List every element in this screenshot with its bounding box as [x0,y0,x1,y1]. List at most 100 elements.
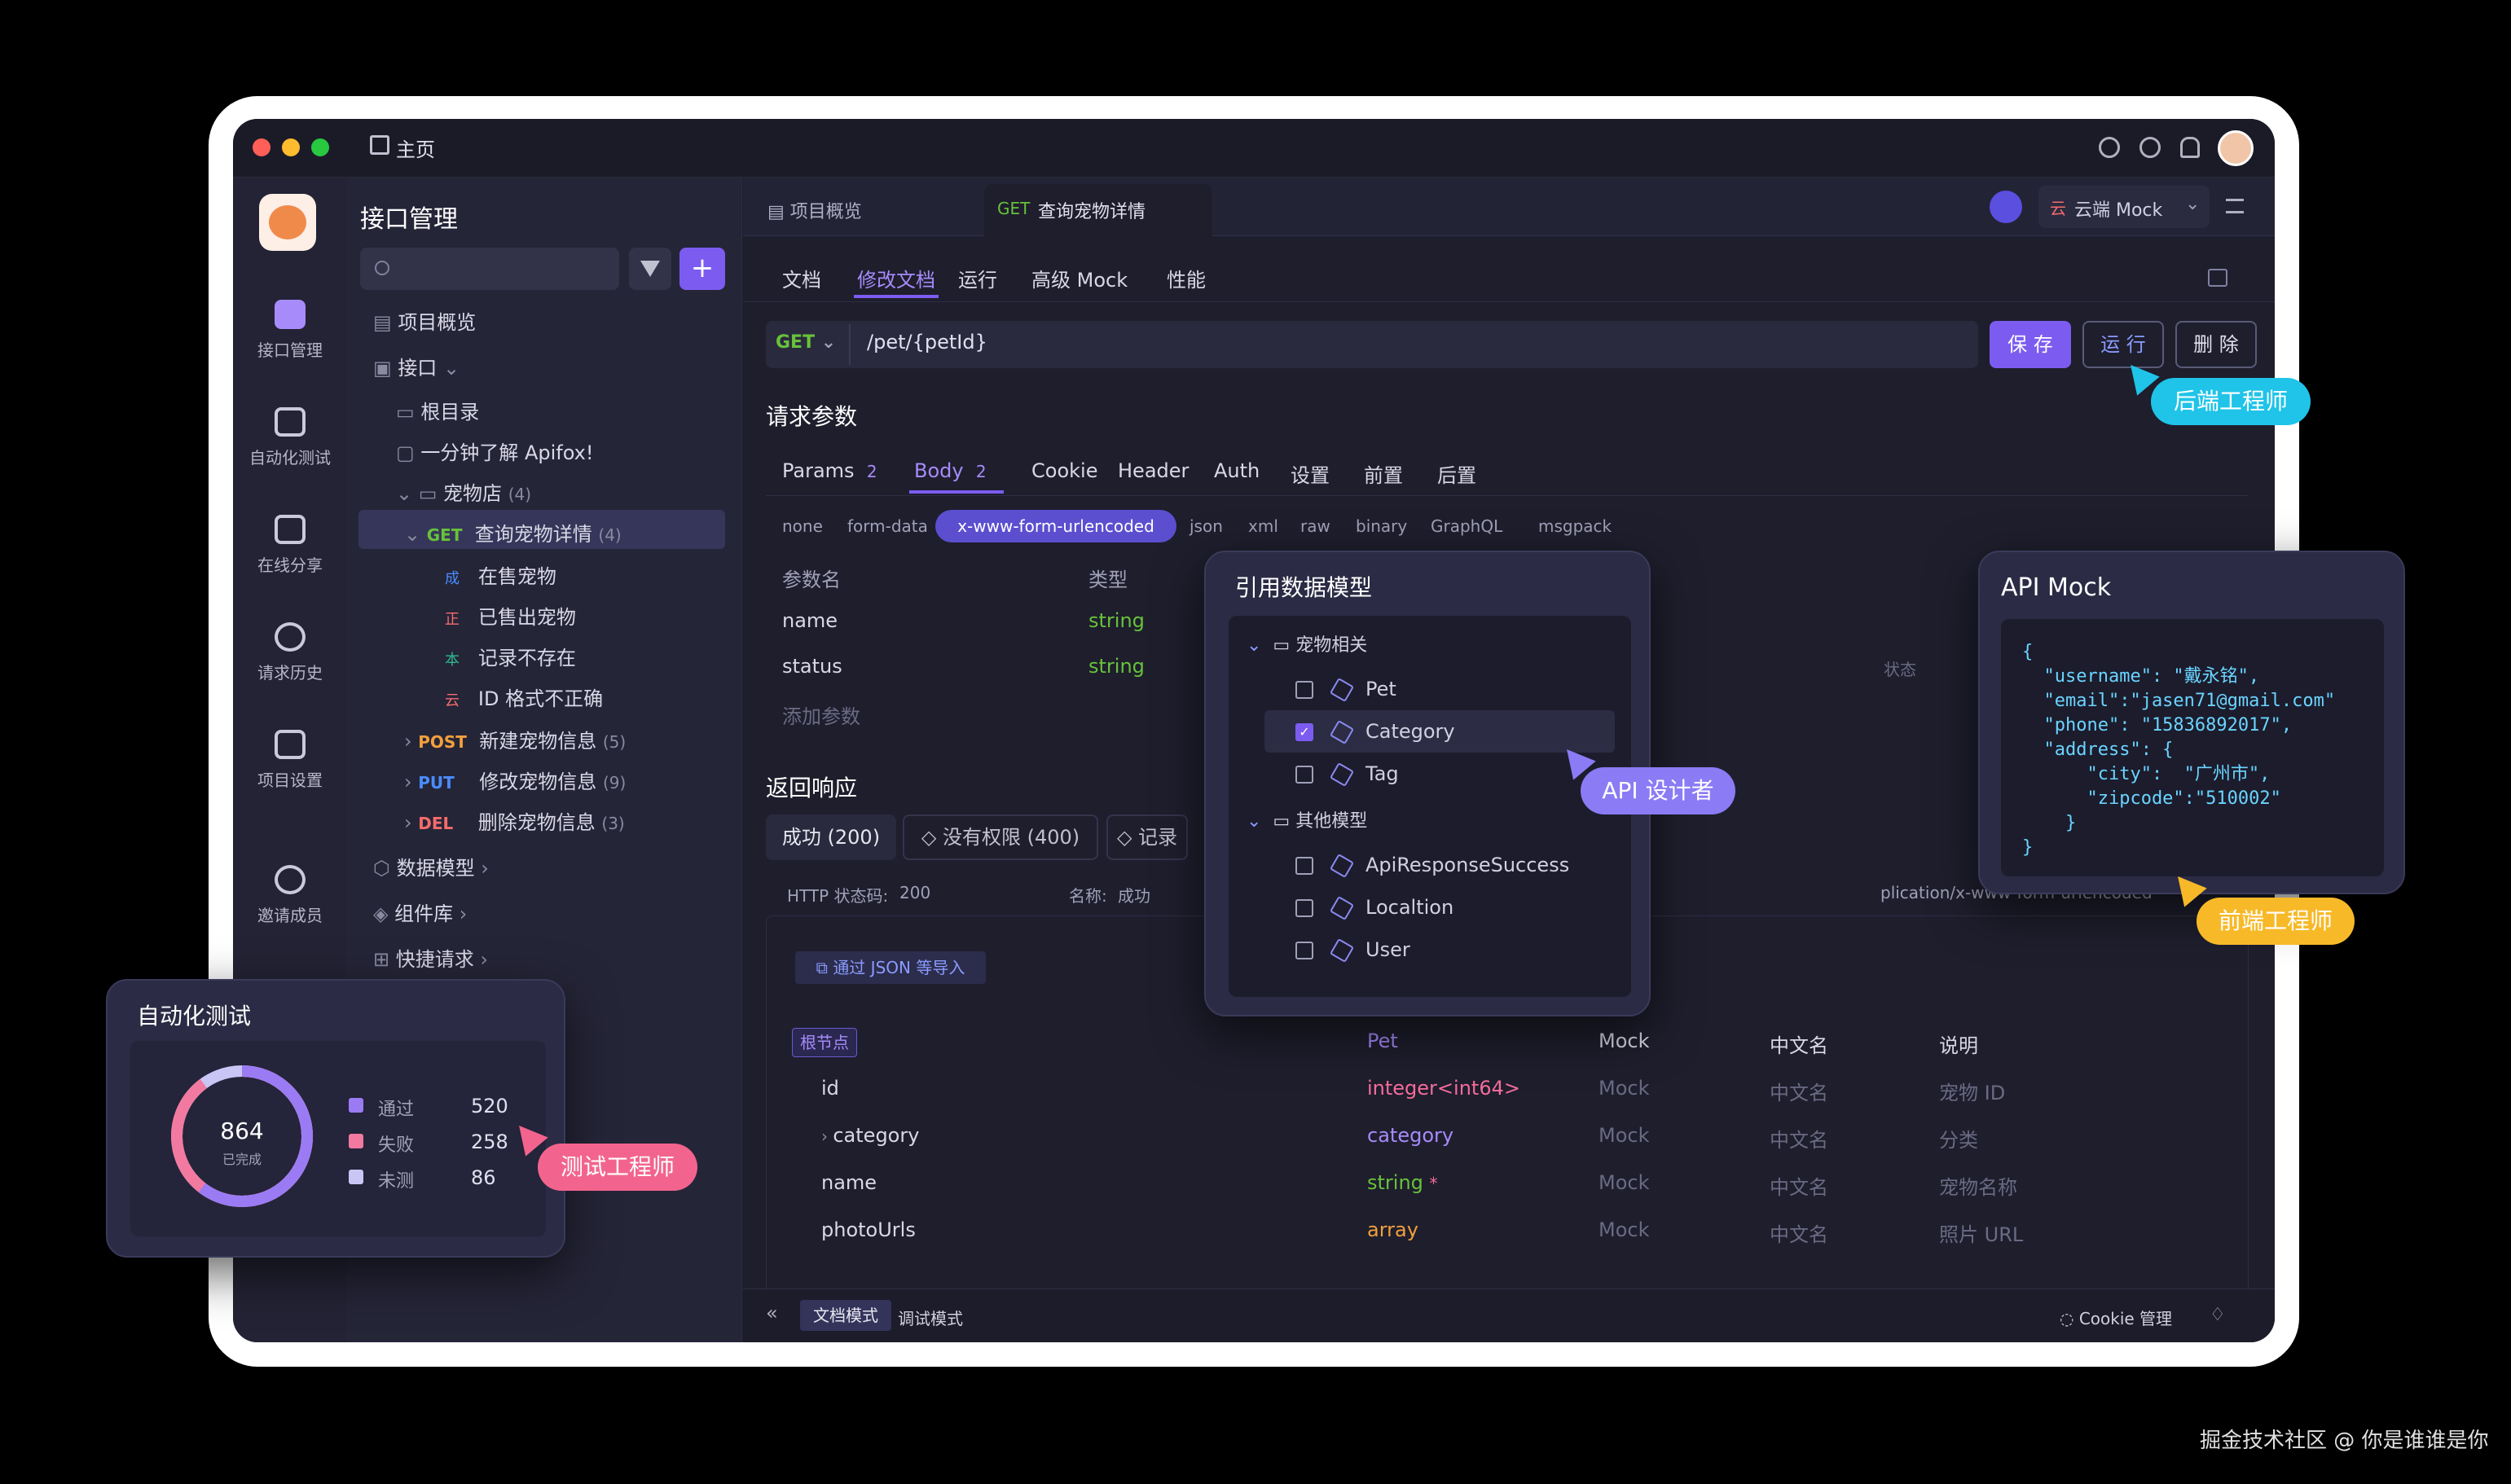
schema-field-cn[interactable]: 中文名 [1770,1218,1828,1247]
param-name-cell[interactable]: status [782,655,842,678]
rail-item-share[interactable]: 在线分享 [233,515,347,576]
maximize-dot[interactable] [311,138,329,156]
rail-item-history[interactable]: 请求历史 [233,622,347,683]
body-type-msgpack[interactable]: msgpack [1538,516,1612,536]
delete-button[interactable]: 删 除 [2175,321,2257,368]
param-tab-header[interactable]: Header [1118,459,1189,482]
close-dot[interactable] [253,138,270,156]
tree-case-badid[interactable]: 云 ID 格式不正确 [445,683,603,711]
body-type-binary[interactable]: binary [1356,516,1407,536]
body-type-json[interactable]: json [1190,516,1223,536]
schema-field-desc[interactable]: 分类 [1939,1124,1978,1153]
run-button[interactable]: 运 行 [2082,321,2164,368]
tree-item-overview[interactable]: ▤ 项目概览 [373,306,476,335]
method-select[interactable]: GET ⌄ [776,332,836,353]
subtab-mock[interactable]: 高级 Mock [1031,264,1128,292]
schema-field-mock[interactable]: Mock [1599,1077,1649,1100]
response-tab-400[interactable]: ◇ 没有权限 (400) [903,814,1098,860]
response-tab-record[interactable]: ◇ 记录 [1106,814,1188,860]
home-tab[interactable]: 主页 [396,134,435,162]
tree-item-components[interactable]: ◈ 组件库 › [373,898,467,926]
tree-item-del[interactable]: › DEL 删除宠物信息 (3) [404,806,625,835]
checkbox[interactable] [1295,766,1313,784]
subtab-doc[interactable]: 文档 [782,264,821,292]
shirt-icon[interactable]: ♢ [2210,1305,2226,1325]
add-param-link[interactable]: 添加参数 [782,700,860,729]
tree-item-models[interactable]: ⬡ 数据模型 › [373,852,489,880]
schema-field-type[interactable]: integer<int64> [1367,1077,1520,1100]
help-icon[interactable] [2139,137,2161,158]
schema-field-desc[interactable]: 照片 URL [1939,1218,2023,1247]
body-type-graphql[interactable]: GraphQL [1431,516,1502,536]
checkbox[interactable] [1295,681,1313,699]
menu-icon[interactable] [2226,199,2244,213]
tree-item-put[interactable]: › PUT 修改宠物信息 (9) [404,766,626,794]
tree-case-onsale[interactable]: 成 在售宠物 [445,560,556,589]
param-tab-params[interactable]: Params 2 [782,459,877,482]
layout-icon[interactable] [2208,269,2227,287]
tree-folder-petstore[interactable]: ⌄ ▭ 宠物店 (4) [396,477,531,506]
tree-item-intro[interactable]: ▢ 一分钟了解 Apifox! [396,437,593,465]
schema-field-name[interactable]: name [821,1171,877,1194]
tab-overview[interactable]: ▤ 项目概览 [767,197,862,223]
body-type-xml[interactable]: xml [1248,516,1278,536]
rail-item-api[interactable]: 接口管理 [233,300,347,361]
param-tab-cookie[interactable]: Cookie [1031,459,1097,482]
checkbox[interactable] [1295,857,1313,875]
sync-icon[interactable] [1990,191,2022,223]
subtab-run[interactable]: 运行 [958,264,997,292]
model-group[interactable]: ⌄ ▭ 宠物相关 [1247,630,1367,656]
model-group[interactable]: ⌄ ▭ 其他模型 [1247,806,1367,832]
schema-field-name[interactable]: photoUrls [821,1218,916,1241]
response-tab-200[interactable]: 成功 (200) [766,814,896,860]
schema-field-cn[interactable]: 中文名 [1770,1077,1828,1105]
param-tab-post[interactable]: 后置 [1437,459,1476,488]
schema-field-mock[interactable]: Mock [1599,1218,1649,1241]
url-input[interactable]: /pet/{petId} [867,331,987,353]
checkbox-checked[interactable]: ✓ [1295,723,1313,741]
body-type-urlencoded[interactable]: x-www-form-urlencoded [935,510,1176,542]
tree-item-root[interactable]: ▭ 根目录 [396,396,479,424]
schema-field-mock[interactable]: Mock [1599,1124,1649,1147]
debug-mode-button[interactable]: 调试模式 [898,1306,963,1329]
model-item[interactable]: Localtion [1365,896,1453,919]
body-type-raw[interactable]: raw [1300,516,1330,536]
add-button[interactable]: + [679,248,725,290]
schema-field-cn[interactable]: 中文名 [1770,1124,1828,1153]
save-button[interactable]: 保 存 [1990,321,2071,368]
http-status-value[interactable]: 200 [899,883,930,902]
model-item[interactable]: Tag [1365,762,1399,785]
settings-icon[interactable] [2099,137,2120,158]
subtab-edit[interactable]: 修改文档 [857,264,935,292]
param-tab-settings[interactable]: 设置 [1291,459,1330,488]
subtab-perf[interactable]: 性能 [1167,264,1206,292]
response-name-value[interactable]: 成功 [1118,883,1150,907]
schema-root-type[interactable]: Pet [1367,1030,1398,1052]
tree-item-post[interactable]: › POST 新建宠物信息 (5) [404,725,626,753]
rail-item-invite[interactable]: 邀请成员 [233,865,347,926]
bell-icon[interactable] [2180,137,2200,158]
checkbox[interactable] [1295,942,1313,959]
schema-field-name[interactable]: id [821,1077,839,1100]
param-name-cell[interactable]: name [782,609,838,632]
model-item[interactable]: ApiResponseSuccess [1365,854,1569,876]
home-icon[interactable] [370,135,389,155]
model-item[interactable]: User [1365,938,1410,961]
tree-case-notfound[interactable]: 本 记录不存在 [445,642,576,670]
minimize-dot[interactable] [282,138,300,156]
checkbox[interactable] [1295,899,1313,917]
tree-item-get-pet[interactable]: ⌄ GET 查询宠物详情 (4) [404,518,622,547]
body-type-none[interactable]: none [782,516,823,536]
tab-get-pet[interactable]: GET 查询宠物详情 [984,184,1212,236]
param-tab-pre[interactable]: 前置 [1364,459,1403,488]
schema-field-desc[interactable]: 宠物 ID [1939,1077,2005,1105]
root-node-tag[interactable]: 根节点 [792,1028,857,1057]
tree-item-api[interactable]: ▣ 接口 ⌄ [373,352,460,380]
model-item[interactable]: Category [1365,720,1455,743]
model-item[interactable]: Pet [1365,678,1396,700]
param-tab-body[interactable]: Body 2 [914,459,987,482]
rail-item-settings[interactable]: 项目设置 [233,730,347,791]
tree-case-sold[interactable]: 正 已售出宠物 [445,601,576,630]
param-tab-auth[interactable]: Auth [1214,459,1260,482]
search-input[interactable] [360,248,619,290]
